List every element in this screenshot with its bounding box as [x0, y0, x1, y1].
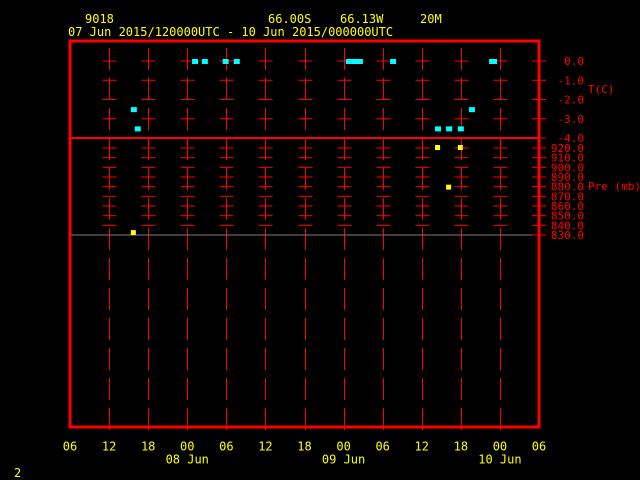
- x-tick-label: 18: [297, 440, 311, 454]
- y-tick-label: -2.0: [558, 94, 585, 107]
- temperature-point: [468, 107, 475, 113]
- temperature-point: [222, 59, 229, 64]
- temperature-point: [435, 126, 442, 132]
- x-date-label: 08 Jun: [166, 453, 209, 467]
- temperature-point: [233, 59, 240, 64]
- pressure-point: [435, 145, 441, 151]
- temperature-point: [201, 59, 208, 64]
- temperature-point: [192, 59, 199, 64]
- temperature-point: [130, 107, 137, 113]
- temperature-axis-label: T(C): [588, 83, 615, 96]
- pressure-point: [130, 230, 136, 236]
- x-tick-label: 00: [336, 440, 350, 454]
- temperature-point: [446, 126, 453, 132]
- x-tick-label: 12: [415, 440, 429, 454]
- x-tick-label: 18: [454, 440, 468, 454]
- x-tick-label: 00: [180, 440, 194, 454]
- temperature-point: [390, 59, 397, 64]
- temperature-point: [491, 59, 498, 64]
- temperature-point: [345, 59, 352, 64]
- x-tick-label: 06: [63, 440, 77, 454]
- temperature-point: [134, 126, 141, 132]
- pressure-point: [446, 184, 452, 190]
- x-tick-label: 18: [141, 440, 155, 454]
- x-tick-label: 12: [102, 440, 116, 454]
- x-tick-label: 06: [532, 440, 546, 454]
- y-tick-label: -1.0: [558, 74, 585, 87]
- temperature-point: [356, 59, 363, 64]
- x-tick-label: 06: [219, 440, 233, 454]
- temperature-point: [351, 59, 358, 64]
- x-tick-label: 06: [375, 440, 389, 454]
- pressure-axis-label: Pre (mb): [588, 180, 640, 193]
- pressure-point: [457, 145, 463, 151]
- y-tick-label: -3.0: [558, 113, 585, 126]
- y-tick-label: 830.0: [551, 229, 584, 242]
- x-date-label: 09 Jun: [322, 453, 365, 467]
- x-date-label: 10 Jun: [478, 453, 521, 467]
- temperature-point: [457, 126, 464, 132]
- x-tick-label: 12: [258, 440, 272, 454]
- x-tick-label: 00: [493, 440, 507, 454]
- plot-frame: [68, 39, 541, 429]
- meteogram-chart: 0.0-1.0-2.0-3.0-4.0920.0910.0900.0890.08…: [63, 39, 640, 467]
- y-tick-label: 0.0: [564, 55, 584, 68]
